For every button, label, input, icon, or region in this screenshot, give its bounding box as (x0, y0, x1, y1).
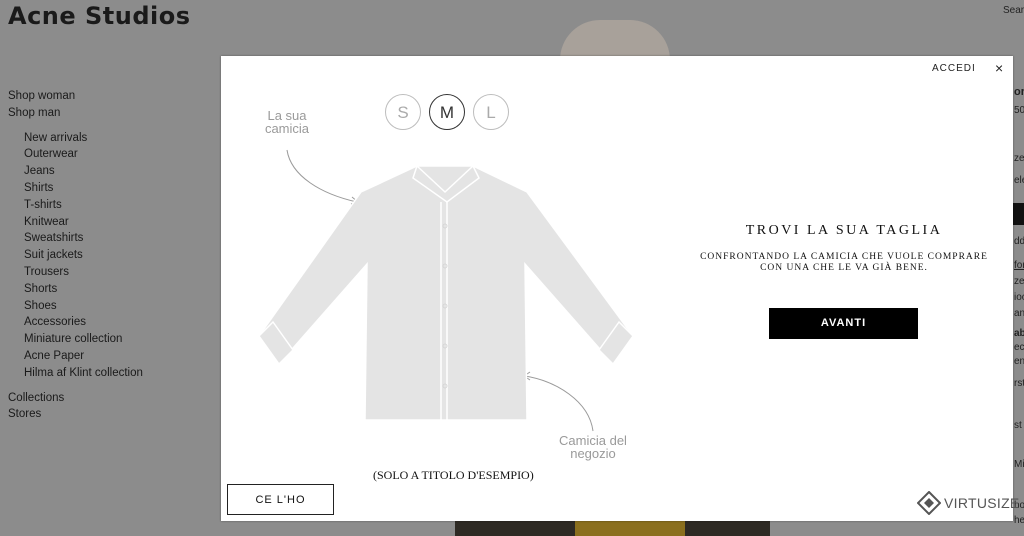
cutoff-text: en (1014, 356, 1024, 367)
cutoff-text: dd (1014, 236, 1024, 247)
model-photo-garment (575, 520, 685, 536)
nav-item-shorts[interactable]: Shorts (8, 281, 143, 298)
arrow-store-shirt (524, 375, 594, 432)
cutoff-text: Mi (1014, 459, 1024, 470)
nav-item-sweatshirts[interactable]: Sweatshirts (8, 230, 143, 247)
site-logo[interactable]: Acne Studios (8, 2, 191, 30)
nav-item-stores[interactable]: Stores (8, 406, 143, 423)
size-finder-modal: ACCEDI × S M L La sua camicia Camicia de… (221, 56, 1019, 521)
cutoff-text: ioo (1014, 292, 1024, 303)
cutoff-text: st (1014, 420, 1022, 431)
nav-item-new-arrivals[interactable]: New arrivals (8, 130, 143, 147)
cutoff-text: for (1014, 260, 1024, 271)
nav-item-shop-woman[interactable]: Shop woman (8, 88, 143, 105)
add-to-cart-button-cutoff[interactable] (1012, 203, 1024, 225)
cutoff-text: an (1014, 308, 1024, 319)
modal-title: TROVI LA SUA TAGLIA (745, 223, 943, 238)
shirt-icon (258, 164, 634, 421)
virtusize-logo-icon (917, 491, 941, 515)
nav-item-collections[interactable]: Collections (8, 390, 143, 407)
nav-item-knitwear[interactable]: Knitwear (8, 214, 143, 231)
nav-item-accessories[interactable]: Accessories (8, 314, 143, 331)
arrow-your-shirt (286, 149, 358, 203)
cutoff-text: rst (1014, 378, 1024, 389)
nav-item-shop-man[interactable]: Shop man (8, 105, 143, 122)
modal-subtitle: CONFRONTANDO LA CAMICIA CHE VUOLE COMPRA… (700, 252, 988, 273)
category-nav: Shop woman Shop man New arrivals Outerwe… (8, 88, 143, 423)
nav-item-shoes[interactable]: Shoes (8, 298, 143, 315)
nav-item-jeans[interactable]: Jeans (8, 163, 143, 180)
product-panel-cutoff: or 50 ze ele dd for ze ioo an ab ec en r… (1012, 0, 1024, 536)
model-photo-head (560, 20, 670, 60)
have-one-button[interactable]: CE L'HO (227, 484, 334, 515)
cutoff-text: ze (1014, 276, 1024, 287)
cutoff-text: ele (1014, 175, 1024, 186)
nav-item-hilma-af-klint[interactable]: Hilma af Klint collection (8, 365, 143, 382)
nav-item-suit-jackets[interactable]: Suit jackets (8, 247, 143, 264)
nav-item-miniature-collection[interactable]: Miniature collection (8, 331, 143, 348)
login-link[interactable]: ACCEDI (932, 63, 976, 74)
cutoff-text: or (1014, 86, 1024, 98)
example-note: (SOLO A TITOLO D'ESEMPIO) (373, 468, 534, 482)
virtusize-brand[interactable]: VIRTUSIZE (917, 491, 1020, 515)
nav-item-shirts[interactable]: Shirts (8, 180, 143, 197)
cutoff-text: hel (1014, 515, 1024, 526)
nav-item-outerwear[interactable]: Outerwear (8, 146, 143, 163)
nav-item-trousers[interactable]: Trousers (8, 264, 143, 281)
shirt-illustration (258, 149, 634, 432)
close-icon[interactable]: × (995, 60, 1003, 76)
nav-item-acne-paper[interactable]: Acne Paper (8, 348, 143, 365)
cutoff-text: ze (1014, 153, 1024, 164)
nav-item-tshirts[interactable]: T-shirts (8, 197, 143, 214)
next-button[interactable]: AVANTI (769, 308, 918, 339)
cutoff-text: ec (1014, 342, 1024, 353)
virtusize-brand-label: VIRTUSIZE (944, 495, 1020, 511)
cutoff-text: ab (1014, 328, 1024, 339)
cutoff-text: 50 (1014, 105, 1024, 116)
